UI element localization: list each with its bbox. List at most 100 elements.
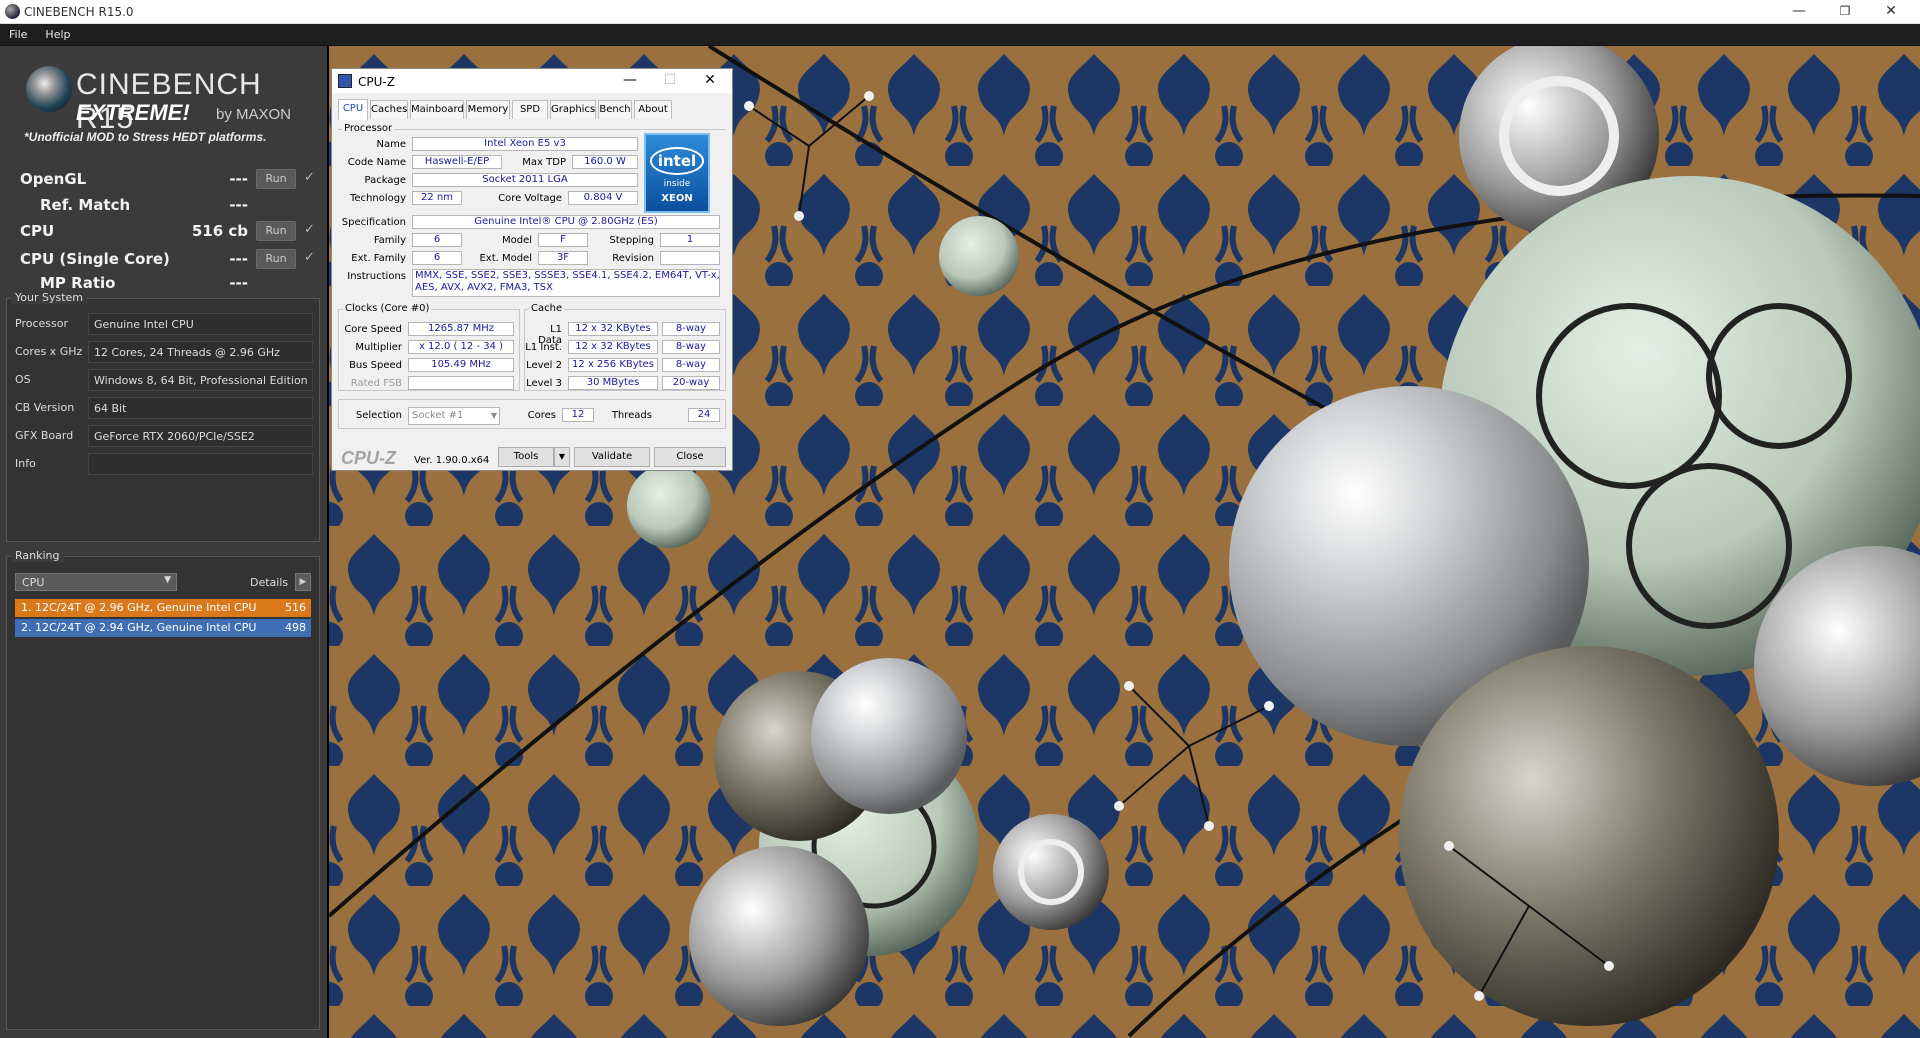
processor-field[interactable]: Genuine Intel CPU <box>88 313 313 335</box>
tools-button[interactable]: Tools <box>498 447 554 467</box>
core-voltage-value: 0.804 V <box>568 191 638 205</box>
instructions-line-2: AES, AVX, AVX2, FMA3, TSX <box>415 282 553 293</box>
bus-speed-label: Bus Speed <box>349 360 402 371</box>
cpu-run-button[interactable]: Run <box>256 221 296 241</box>
codename-label: Code Name <box>347 157 406 168</box>
minimize-button[interactable]: — <box>1776 0 1822 24</box>
tab-cpu[interactable]: CPU <box>338 99 368 120</box>
rated-fsb-value <box>408 376 514 390</box>
processor-row: Processor Genuine Intel CPU <box>13 313 313 335</box>
package-value: Socket 2011 LGA <box>412 173 638 187</box>
menu-file[interactable]: File <box>0 24 36 41</box>
your-system-panel: Your System Processor Genuine Intel CPU … <box>6 291 320 542</box>
os-field[interactable]: Windows 8, 64 Bit, Professional Edition … <box>88 369 313 391</box>
edition-label: EXTREME! <box>76 100 190 125</box>
specification-value: Genuine Intel® CPU @ 2.80GHz (ES) <box>412 215 720 229</box>
cb-version-row: CB Version 64 Bit <box>13 397 313 419</box>
ext-model-value: 3F <box>538 251 588 265</box>
level2-value: 12 x 256 KBytes <box>568 358 658 372</box>
title-bar: CINEBENCH R15.0 — ❐ ✕ <box>0 0 1920 24</box>
gfx-board-row: GFX Board GeForce RTX 2060/PCIe/SSE2 <box>13 425 313 447</box>
cpuz-maximize-button[interactable]: ☐ <box>650 71 690 91</box>
level3-assoc: 20-way <box>662 376 720 390</box>
family-label: Family <box>373 235 406 246</box>
selection-label: Selection <box>355 410 402 421</box>
tab-spd[interactable]: SPD <box>512 100 548 119</box>
opengl-value: --- <box>229 170 248 188</box>
cb-version-key: CB Version <box>15 401 75 414</box>
cpuz-close-btn[interactable]: Close <box>654 447 726 467</box>
ranking-row-text: 1. 12C/24T @ 2.96 GHz, Genuine Intel CPU <box>21 601 257 614</box>
os-key: OS <box>15 373 31 386</box>
model-value: F <box>538 233 588 247</box>
restore-button[interactable]: ❐ <box>1822 0 1868 24</box>
stepping-value: 1 <box>660 233 720 247</box>
ranking-dropdown[interactable]: CPU ▼ <box>15 573 177 591</box>
selection-dropdown[interactable]: Socket #1 ▼ <box>408 407 500 425</box>
chevron-down-icon: ▼ <box>490 411 497 420</box>
cpuz-title-bar: CPU-Z — ☐ ✕ <box>332 69 732 93</box>
details-label[interactable]: Details <box>250 576 288 589</box>
multiplier-value: x 12.0 ( 12 - 34 ) <box>408 340 514 354</box>
cpuz-minimize-button[interactable]: — <box>610 71 650 91</box>
tab-caches[interactable]: Caches <box>370 100 408 119</box>
cores-field[interactable]: 12 Cores, 24 Threads @ 2.96 GHz <box>88 341 313 363</box>
info-field[interactable] <box>88 453 313 475</box>
threads-label: Threads <box>611 410 652 421</box>
ranking-row-score: 516 <box>285 601 306 614</box>
mp-ratio-label: MP Ratio <box>40 274 116 292</box>
l1-data-value: 12 x 32 KBytes <box>568 322 658 336</box>
cb-version-field[interactable]: 64 Bit <box>88 397 313 419</box>
menu-help[interactable]: Help <box>36 24 79 41</box>
os-row: OS Windows 8, 64 Bit, Professional Editi… <box>13 369 313 391</box>
tab-mainboard[interactable]: Mainboard <box>410 100 464 119</box>
tools-dropdown-arrow-icon[interactable]: ▼ <box>554 447 570 467</box>
info-row: Info <box>13 453 313 475</box>
maxtdp-label: Max TDP <box>522 157 566 168</box>
cores-value: 12 <box>562 408 594 422</box>
opengl-run-button[interactable]: Run <box>256 169 296 189</box>
instructions-label: Instructions <box>347 271 406 282</box>
tab-bench[interactable]: Bench <box>598 100 632 119</box>
maxtdp-value: 160.0 W <box>572 155 638 169</box>
details-arrow-icon[interactable]: ▶ <box>295 573 311 591</box>
l1-inst-label: L1 Inst. <box>525 342 562 353</box>
cpuz-version: Ver. 1.90.0.x64 <box>414 455 490 466</box>
cpuz-close-button[interactable]: ✕ <box>690 71 730 91</box>
intel-inside-text: inside <box>663 179 691 189</box>
cpu-checkbox[interactable]: ✓ <box>304 222 315 237</box>
level3-value: 30 MBytes <box>568 376 658 390</box>
cpuz-title: CPU-Z <box>358 75 395 89</box>
rated-fsb-label: Rated FSB <box>350 378 402 389</box>
mod-note: *Unofficial MOD to Stress HEDT platforms… <box>24 130 267 144</box>
name-label: Name <box>376 139 406 150</box>
ranking-panel: Ranking CPU ▼ Details ▶ 1. 12C/24T @ 2.9… <box>6 549 320 1030</box>
level2-assoc: 8-way <box>662 358 720 372</box>
ranking-row[interactable]: 1. 12C/24T @ 2.96 GHz, Genuine Intel CPU… <box>15 599 311 617</box>
technology-label: Technology <box>349 193 406 204</box>
family-value: 6 <box>412 233 462 247</box>
cpu-row: CPU 516 cb Run ✓ <box>14 220 315 242</box>
ranking-row-score: 498 <box>285 621 306 634</box>
cpu-single-core-checkbox[interactable]: ✓ <box>304 250 315 265</box>
cpu-score: 516 cb <box>191 222 248 240</box>
tab-about[interactable]: About <box>634 100 672 119</box>
tab-memory[interactable]: Memory <box>466 100 510 119</box>
cores-row: Cores x GHz 12 Cores, 24 Threads @ 2.96 … <box>13 341 313 363</box>
gfx-board-field[interactable]: GeForce RTX 2060/PCIe/SSE2 <box>88 425 313 447</box>
intel-logo-text: intel <box>650 147 704 175</box>
cpu-label: CPU <box>20 222 55 240</box>
l1-inst-assoc: 8-way <box>662 340 720 354</box>
clocks-group-title: Clocks (Core #0) <box>343 303 432 314</box>
intel-xeon-logo: intel inside XEON <box>644 133 710 213</box>
ranking-row[interactable]: 2. 12C/24T @ 2.94 GHz, Genuine Intel CPU… <box>15 619 311 637</box>
tab-graphics[interactable]: Graphics <box>550 100 596 119</box>
codename-value: Haswell-E/EP <box>412 155 502 169</box>
close-button[interactable]: ✕ <box>1868 0 1914 24</box>
instructions-line-1: MMX, SSE, SSE2, SSE3, SSSE3, SSE4.1, SSE… <box>415 270 720 281</box>
cpu-single-core-label: CPU (Single Core) <box>20 250 170 268</box>
opengl-checkbox[interactable]: ✓ <box>304 170 315 185</box>
validate-button[interactable]: Validate <box>574 447 650 467</box>
cache-group-title: Cache <box>529 303 565 314</box>
cpu-single-core-run-button[interactable]: Run <box>256 249 296 269</box>
